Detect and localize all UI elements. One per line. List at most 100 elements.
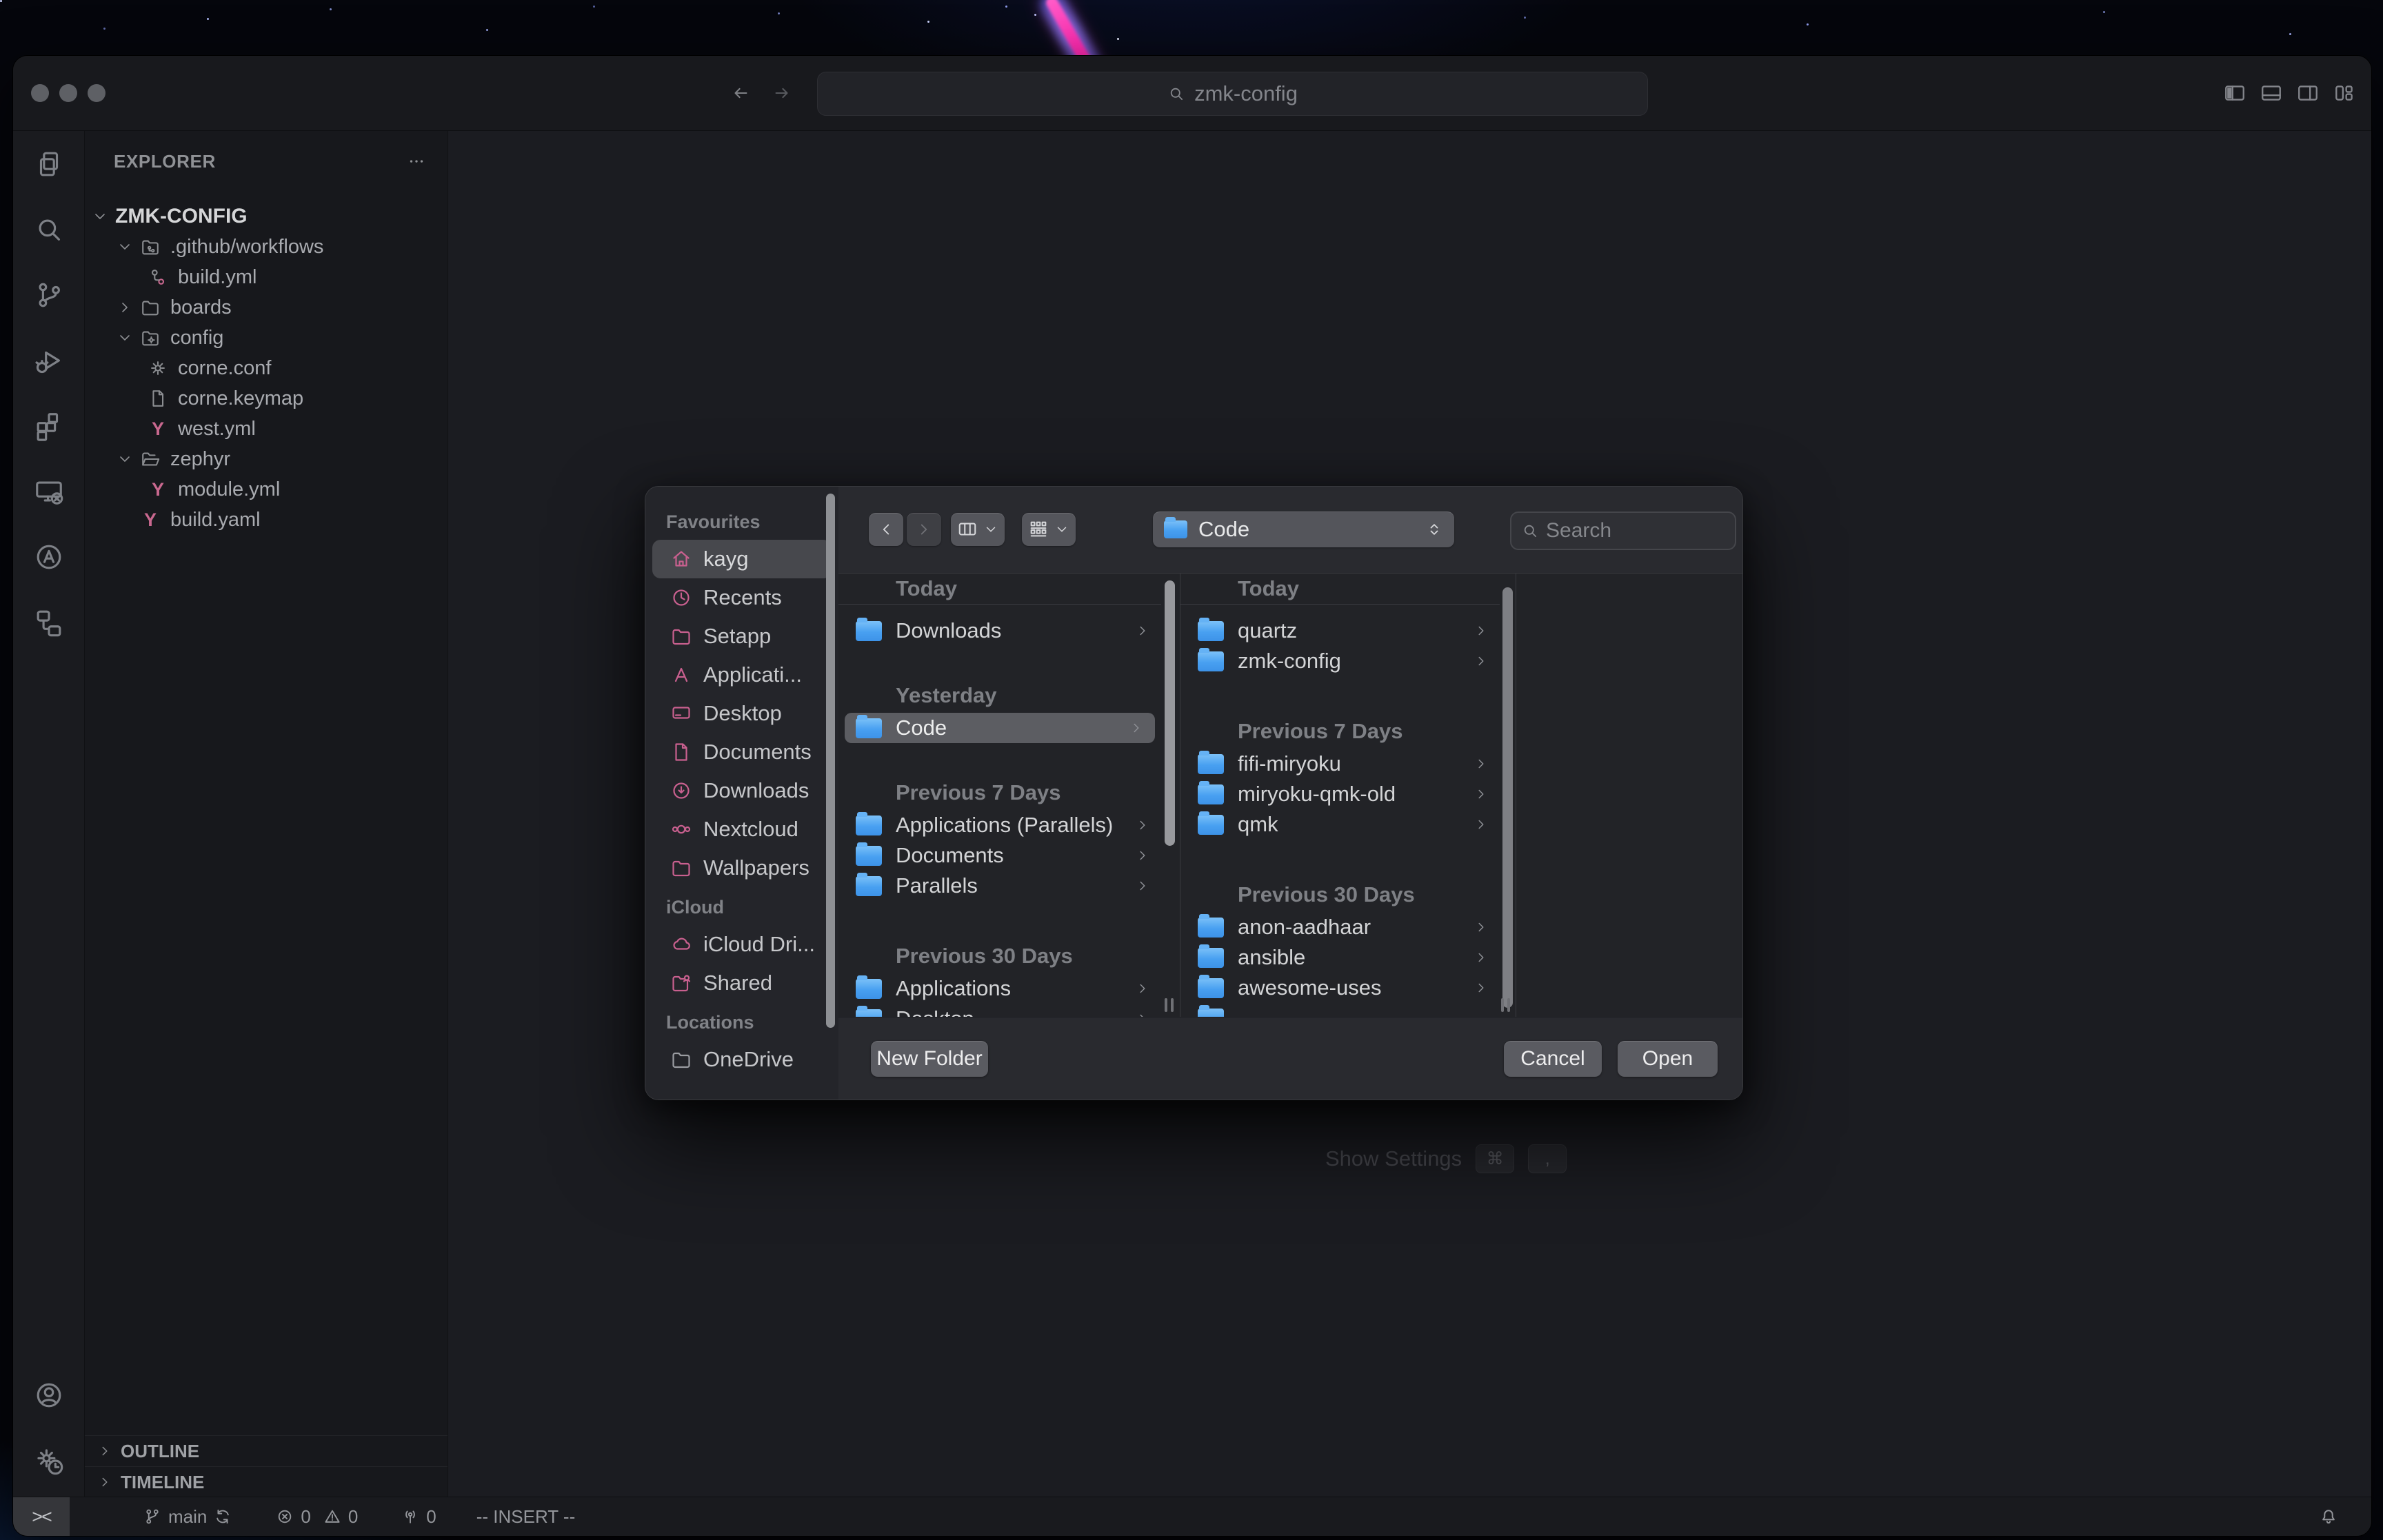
file-row-anon-aadhaar[interactable]: anon-aadhaar <box>1180 912 1500 942</box>
sidebar-item-applicati[interactable]: Applicati... <box>652 656 832 694</box>
panel-timeline[interactable]: TIMELINE <box>85 1466 448 1497</box>
activity-item-files[interactable] <box>13 131 84 196</box>
sidebar-item-recents[interactable]: Recents <box>652 578 832 617</box>
tree-item-zmk-config[interactable]: ZMK-CONFIG <box>85 201 448 232</box>
file-row-code[interactable]: Code <box>845 713 1155 743</box>
back-arrow-icon[interactable] <box>730 83 751 103</box>
cancel-button[interactable]: Cancel <box>1504 1041 1602 1077</box>
sidebar-item-desktop[interactable]: Desktop <box>652 694 832 733</box>
tree-item-zephyr[interactable]: zephyr <box>85 444 448 474</box>
sidebar-item-nextcloud[interactable]: Nextcloud <box>652 810 832 849</box>
notifications-item[interactable] <box>2319 1507 2338 1526</box>
grid-view-icon <box>1028 519 1049 540</box>
panel-outline[interactable]: OUTLINE <box>85 1435 448 1466</box>
sidebar-item-shared[interactable]: Shared <box>652 964 832 1002</box>
desktop-icon <box>670 702 692 725</box>
tree-item-build-yaml[interactable]: Ybuild.yaml <box>85 505 448 535</box>
folder-icon <box>856 621 882 641</box>
home-icon <box>670 548 692 570</box>
file-row-miryoku-qmk-old[interactable]: miryoku-qmk-old <box>1180 779 1500 809</box>
activity-item-source-control[interactable] <box>13 262 84 327</box>
sidebar-item-setapp[interactable]: Setapp <box>652 617 832 656</box>
activity-item-search[interactable] <box>13 196 84 262</box>
column-1-scrollbar[interactable] <box>1165 580 1175 846</box>
file-row-quartz[interactable]: quartz <box>1180 616 1500 646</box>
updown-chevrons-icon <box>1425 520 1443 538</box>
explorer-sidebar: EXPLORER ZMK-CONFIG.github/workflowsbuil… <box>85 131 448 1497</box>
activity-item-account[interactable] <box>13 1362 84 1428</box>
file-row-applications[interactable]: Applications <box>838 973 1161 1004</box>
search-icon <box>33 214 65 245</box>
group-view-button[interactable] <box>1022 513 1076 546</box>
activity-item-circle-a[interactable] <box>13 524 84 589</box>
tree-item-build-yml[interactable]: build.yml <box>85 262 448 292</box>
tree-item-label: west.yml <box>178 418 256 440</box>
command-center-search[interactable]: zmk-config <box>817 72 1648 116</box>
sidebar-item-label: Recents <box>703 585 782 610</box>
layout-sidebar-right-icon[interactable] <box>2296 81 2320 105</box>
file-row-applications-parallels[interactable]: Applications (Parallels) <box>838 810 1161 840</box>
file-row-awesome-uses[interactable]: awesome-uses <box>1180 973 1500 1003</box>
sidebar-item-kayg[interactable]: kayg <box>652 540 832 578</box>
sidebar-item-icloud-dri[interactable]: iCloud Dri... <box>652 925 832 964</box>
folder-icon <box>856 846 882 866</box>
folder-icon <box>670 1048 692 1071</box>
layout-panel-icon[interactable] <box>2260 81 2283 105</box>
column-resize-handle[interactable] <box>1165 998 1174 1012</box>
problems-item[interactable]: 0 0 <box>275 1506 358 1528</box>
tree-item-github-workflows[interactable]: .github/workflows <box>85 232 448 262</box>
file-row-label: miryoku-qmk-old <box>1238 782 1396 807</box>
forward-button[interactable] <box>907 513 941 546</box>
column-2-scroll-channel <box>1500 574 1516 1017</box>
file-row-parallels[interactable]: Parallels <box>838 871 1161 901</box>
new-folder-button[interactable]: New Folder <box>871 1041 988 1077</box>
columns-view-button[interactable] <box>951 513 1005 546</box>
customize-layout-icon[interactable] <box>2333 81 2356 105</box>
tree-item-corne-conf[interactable]: corne.conf <box>85 353 448 383</box>
minimize-button[interactable] <box>59 84 77 102</box>
remote-indicator[interactable]: >< <box>13 1497 70 1536</box>
file-row-ansible[interactable]: ansible <box>1180 942 1500 973</box>
zoom-button[interactable] <box>88 84 105 102</box>
file-row-downloads[interactable]: Downloads <box>838 616 1161 646</box>
file-row-documents[interactable]: Documents <box>838 840 1161 871</box>
folder-icon <box>1198 1009 1224 1018</box>
file-row-desktop[interactable]: Desktop <box>838 1004 1161 1017</box>
location-dropdown[interactable]: Code <box>1153 511 1454 547</box>
activity-item-references[interactable] <box>13 589 84 655</box>
back-button[interactable] <box>869 513 903 546</box>
sidebar-item-documents[interactable]: Documents <box>652 733 832 771</box>
tree-item-boards[interactable]: boards <box>85 292 448 323</box>
activity-item-extensions[interactable] <box>13 393 84 458</box>
tree-item-config[interactable]: config <box>85 323 448 353</box>
folder-icon <box>1164 520 1187 538</box>
file-row-zmk-config[interactable]: zmk-config <box>1180 646 1500 676</box>
group-header: Previous 30 Days <box>1180 880 1500 910</box>
file-row-item[interactable] <box>1180 1003 1500 1017</box>
open-button[interactable]: Open <box>1618 1041 1718 1077</box>
activity-item-run-debug[interactable] <box>13 327 84 393</box>
activity-item-settings-clock[interactable] <box>13 1428 84 1493</box>
ports-item[interactable]: 0 <box>401 1506 436 1528</box>
column-2-scrollbar[interactable] <box>1502 587 1513 1008</box>
dialog-search-field[interactable]: Search <box>1510 511 1736 550</box>
circle-a-icon <box>33 541 65 573</box>
sidebar-item-downloads[interactable]: Downloads <box>652 771 832 810</box>
chevron-down-icon <box>1054 522 1069 537</box>
column-resize-handle[interactable] <box>1501 998 1510 1012</box>
close-button[interactable] <box>31 84 49 102</box>
activity-item-remote-explorer[interactable] <box>13 458 84 524</box>
forward-arrow-icon[interactable] <box>772 83 792 103</box>
tree-item-corne-keymap[interactable]: corne.keymap <box>85 383 448 414</box>
git-branch-item[interactable]: main <box>143 1506 232 1528</box>
explorer-menu-icon[interactable] <box>406 151 427 172</box>
tree-item-west-yml[interactable]: Ywest.yml <box>85 414 448 444</box>
tree-item-module-yml[interactable]: Ymodule.yml <box>85 474 448 505</box>
file-row-fifi-miryoku[interactable]: fifi-miryoku <box>1180 749 1500 779</box>
file-row-qmk[interactable]: qmk <box>1180 809 1500 840</box>
layout-sidebar-icon[interactable] <box>2223 81 2246 105</box>
sidebar-scrollbar[interactable] <box>826 494 835 1028</box>
folder-icon <box>856 876 882 896</box>
sidebar-item-wallpapers[interactable]: Wallpapers <box>652 849 832 887</box>
sidebar-item-onedrive[interactable]: OneDrive <box>652 1040 832 1079</box>
